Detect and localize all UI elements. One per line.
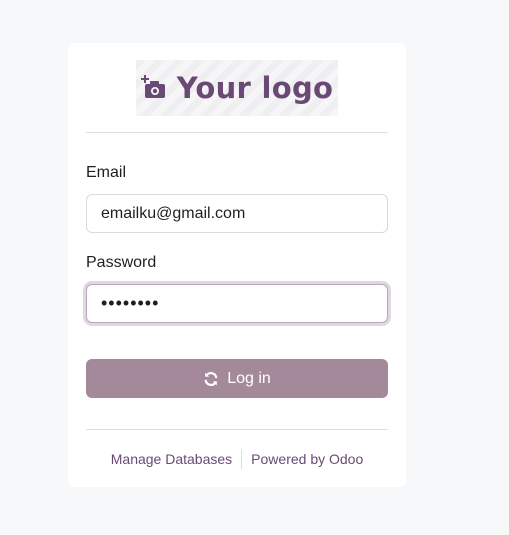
company-logo: Your logo [136,60,338,116]
login-button-label: Log in [227,369,271,387]
password-label: Password [86,254,157,271]
camera-plus-icon [140,75,165,98]
header-divider [86,132,388,133]
refresh-icon [204,371,218,386]
login-button[interactable]: Log in [86,359,388,398]
login-card: Your logo Email Password Log in Manage D… [68,43,406,487]
manage-databases-link[interactable]: Manage Databases [102,451,241,467]
password-field[interactable] [86,284,388,323]
email-field[interactable] [86,194,388,233]
logo-text: Your logo [176,71,334,105]
powered-by-odoo-link[interactable]: Powered by Odoo [242,451,372,467]
footer-links: Manage Databases Powered by Odoo [86,448,388,470]
email-label: Email [86,164,127,181]
footer-divider [86,429,388,430]
